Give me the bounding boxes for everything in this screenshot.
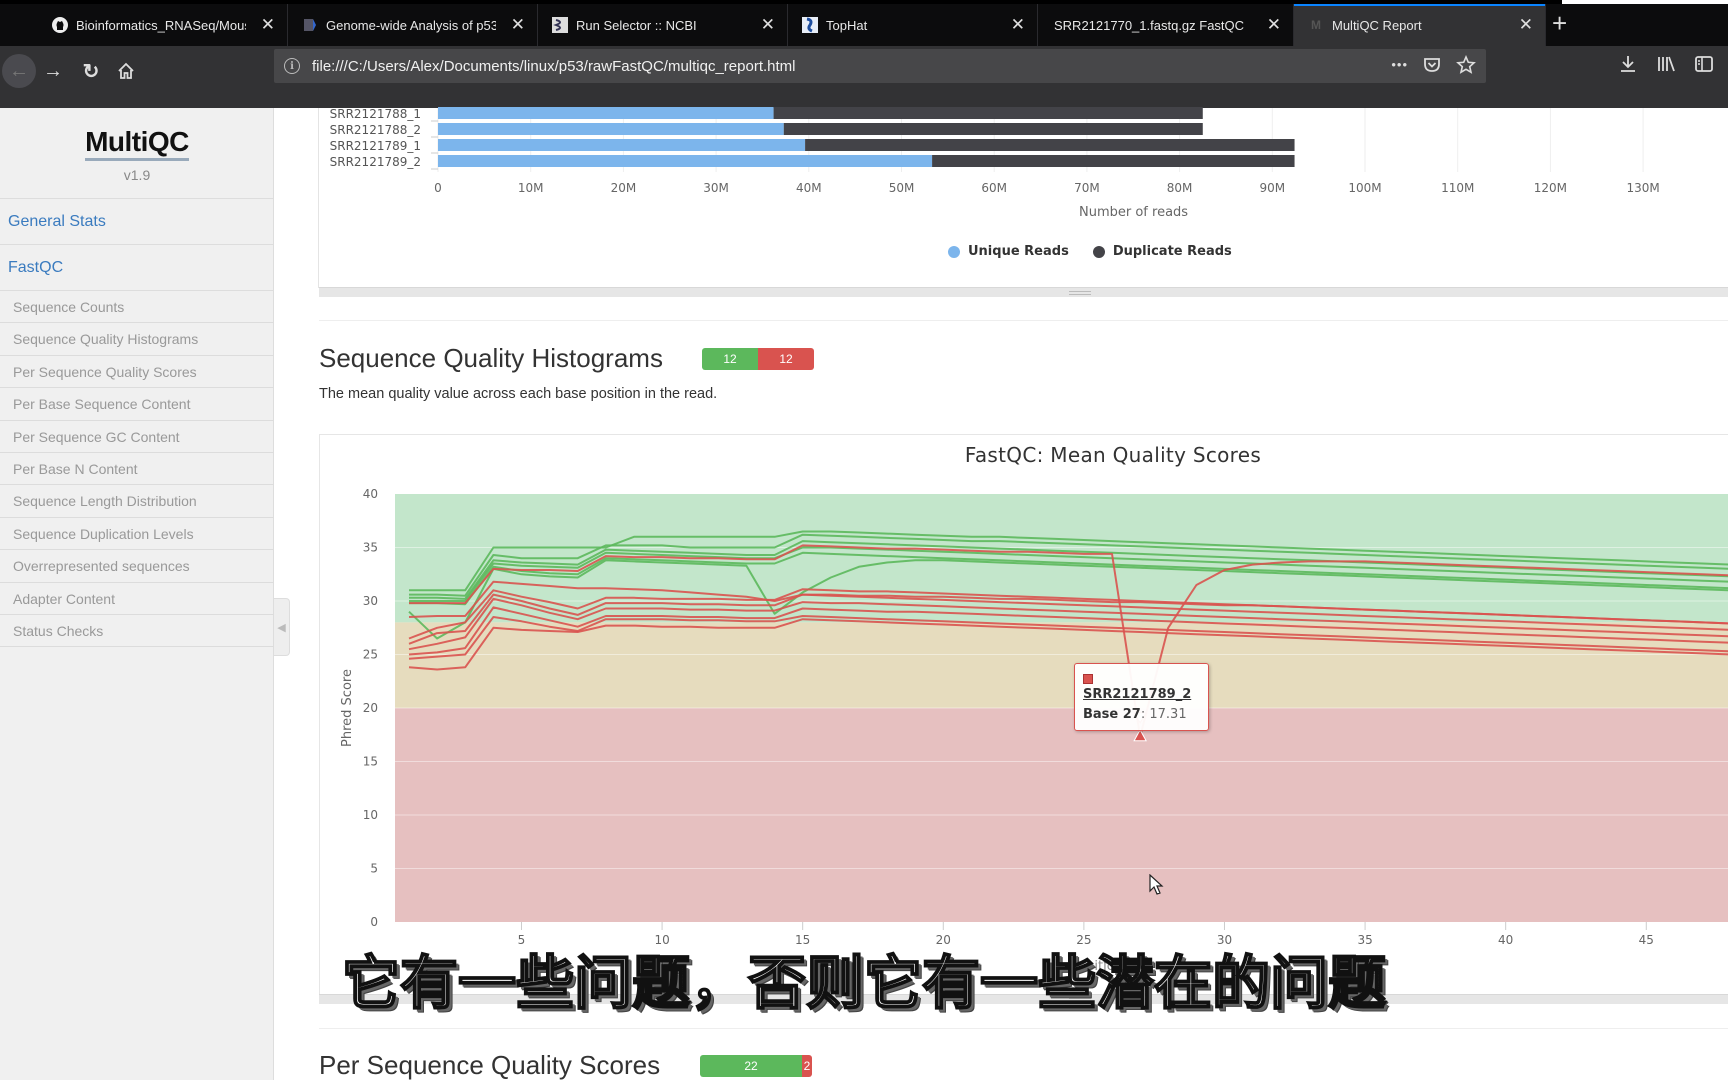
badge-fail-count[interactable]: 2 (802, 1055, 812, 1077)
tooltip-value: 17.31 (1149, 707, 1187, 722)
tooltip-sample-name: SRR2121789_2 (1083, 687, 1192, 702)
section-divider (319, 1028, 1728, 1029)
section-title-per-seq-quality: Per Sequence Quality Scores (319, 1050, 661, 1080)
status-badge-per-seq-quality[interactable]: 22 2 (700, 1055, 812, 1077)
y-tick-label: 40 (363, 487, 378, 501)
badge-pass-count[interactable]: 22 (700, 1055, 802, 1077)
y-tick-label: 5 (370, 862, 378, 876)
video-subtitle: 它有一些问题，否则它有一些潜在的问题 (341, 948, 1387, 1018)
y-tick-label: 15 (363, 755, 378, 769)
y-tick-label: 25 (363, 648, 378, 662)
y-tick-label: 30 (363, 594, 378, 608)
y-axis-label: Phred Score (340, 669, 355, 747)
browser-window: Bioinformatics_RNASeq/Mouse ✕ Genome-wid… (0, 0, 1728, 1080)
y-tick-label: 10 (363, 808, 378, 822)
y-tick-label: 35 (363, 541, 378, 555)
series-swatch (1083, 674, 1093, 684)
mouse-cursor-icon (1149, 874, 1164, 895)
y-tick-label: 20 (363, 701, 378, 715)
tooltip-base-label: Base 27 (1083, 707, 1141, 722)
y-tick-label: 0 (370, 915, 378, 929)
mean-quality-line-chart: 05101520253035405 10 15 20 25 30 35 40 45Phred S… (340, 487, 1728, 974)
chart-tooltip: SRR2121789_2 Base 27: 17.31 (1074, 663, 1209, 731)
